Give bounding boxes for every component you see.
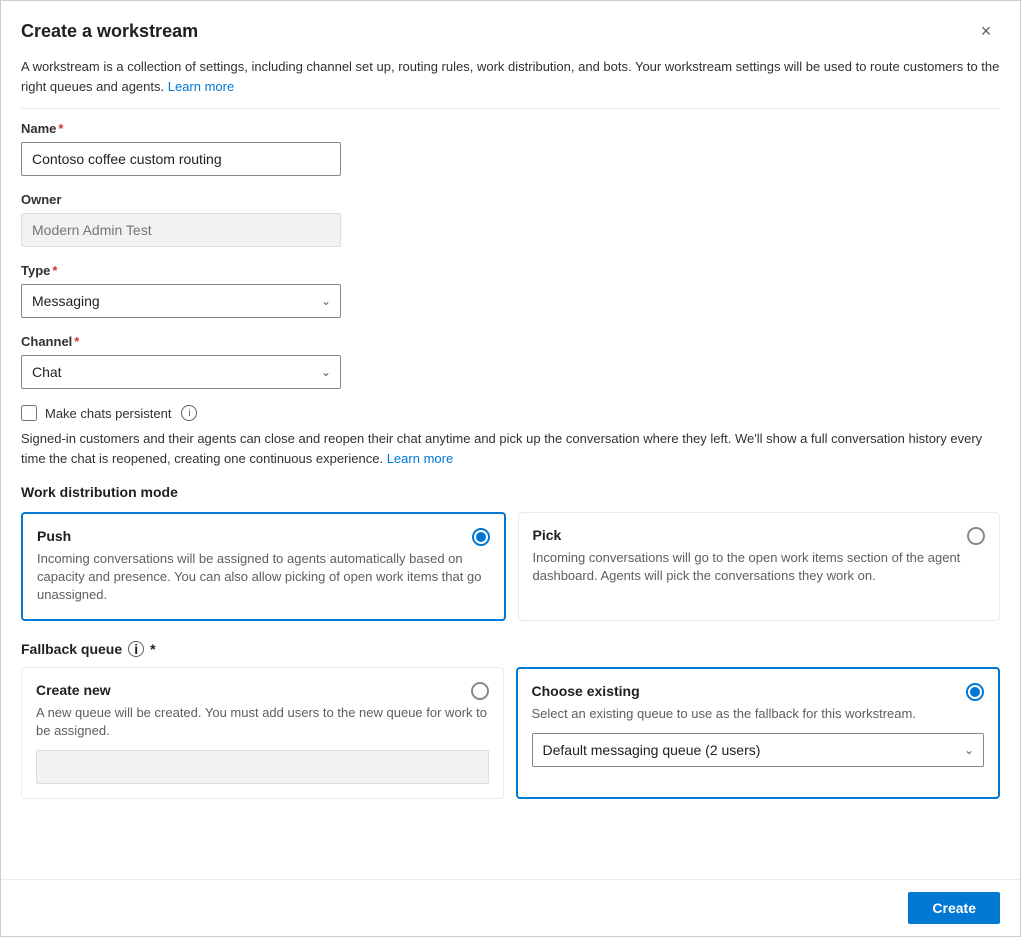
make-chats-persistent-group: Make chats persistent i Signed-in custom… <box>21 405 1000 468</box>
channel-label: Channel* <box>21 334 1000 349</box>
create-new-card[interactable]: Create new A new queue will be created. … <box>21 667 504 799</box>
create-workstream-modal: Create a workstream × A workstream is a … <box>0 0 1021 937</box>
type-field-group: Type* Messaging Voice Chat ⌄ <box>21 263 1000 318</box>
modal-footer: Create <box>1 879 1020 936</box>
fallback-queue-cards: Create new A new queue will be created. … <box>21 667 1000 799</box>
push-card-radio[interactable] <box>472 528 490 546</box>
description-learn-more-link[interactable]: Learn more <box>168 79 234 94</box>
create-button[interactable]: Create <box>908 892 1000 924</box>
push-card-title: Push <box>37 528 490 544</box>
pick-card-description: Incoming conversations will go to the op… <box>533 549 986 585</box>
pick-card-radio[interactable] <box>967 527 985 545</box>
choose-existing-card-description: Select an existing queue to use as the f… <box>532 705 985 723</box>
queue-select[interactable]: Default messaging queue (2 users) <box>532 733 985 767</box>
type-label: Type* <box>21 263 1000 278</box>
modal-title: Create a workstream <box>21 21 198 42</box>
close-button[interactable]: × <box>972 17 1000 45</box>
owner-label: Owner <box>21 192 1000 207</box>
make-chats-persistent-label[interactable]: Make chats persistent <box>45 406 171 421</box>
create-new-card-description: A new queue will be created. You must ad… <box>36 704 489 740</box>
create-new-card-title: Create new <box>36 682 489 698</box>
type-select-wrapper: Messaging Voice Chat ⌄ <box>21 284 341 318</box>
choose-existing-card[interactable]: Choose existing Select an existing queue… <box>516 667 1001 799</box>
modal-description: A workstream is a collection of settings… <box>21 57 1000 109</box>
work-distribution-cards: Push Incoming conversations will be assi… <box>21 512 1000 621</box>
owner-input[interactable] <box>21 213 341 247</box>
pick-card-title: Pick <box>533 527 986 543</box>
fallback-queue-label-row: Fallback queue i * <box>21 641 1000 657</box>
fallback-queue-group: Fallback queue i * Create new A new queu… <box>21 641 1000 799</box>
pick-card[interactable]: Pick Incoming conversations will go to t… <box>518 512 1001 621</box>
channel-select-wrapper: Chat Facebook SMS WhatsApp ⌄ <box>21 355 341 389</box>
persistent-description: Signed-in customers and their agents can… <box>21 429 1000 468</box>
type-select[interactable]: Messaging Voice Chat <box>21 284 341 318</box>
name-label: Name* <box>21 121 1000 136</box>
create-new-card-radio[interactable] <box>471 682 489 700</box>
persistent-learn-more-link[interactable]: Learn more <box>387 451 453 466</box>
name-input[interactable] <box>21 142 341 176</box>
queue-select-wrapper: Default messaging queue (2 users) ⌄ <box>532 733 985 767</box>
channel-field-group: Channel* Chat Facebook SMS WhatsApp ⌄ <box>21 334 1000 389</box>
push-card[interactable]: Push Incoming conversations will be assi… <box>21 512 506 621</box>
channel-select[interactable]: Chat Facebook SMS WhatsApp <box>21 355 341 389</box>
modal-header: Create a workstream × <box>1 1 1020 57</box>
create-new-input-placeholder <box>36 750 489 784</box>
choose-existing-card-title: Choose existing <box>532 683 985 699</box>
fallback-queue-title: Fallback queue <box>21 641 122 657</box>
fallback-queue-info-icon: i <box>128 641 144 657</box>
push-card-description: Incoming conversations will be assigned … <box>37 550 490 605</box>
name-field-group: Name* <box>21 121 1000 176</box>
work-distribution-group: Work distribution mode Push Incoming con… <box>21 484 1000 621</box>
choose-existing-card-radio[interactable] <box>966 683 984 701</box>
make-chats-persistent-checkbox[interactable] <box>21 405 37 421</box>
owner-field-group: Owner <box>21 192 1000 247</box>
make-chats-persistent-row: Make chats persistent i <box>21 405 1000 421</box>
work-distribution-title: Work distribution mode <box>21 484 1000 500</box>
persistent-info-icon: i <box>181 405 197 421</box>
modal-body: A workstream is a collection of settings… <box>1 57 1020 879</box>
